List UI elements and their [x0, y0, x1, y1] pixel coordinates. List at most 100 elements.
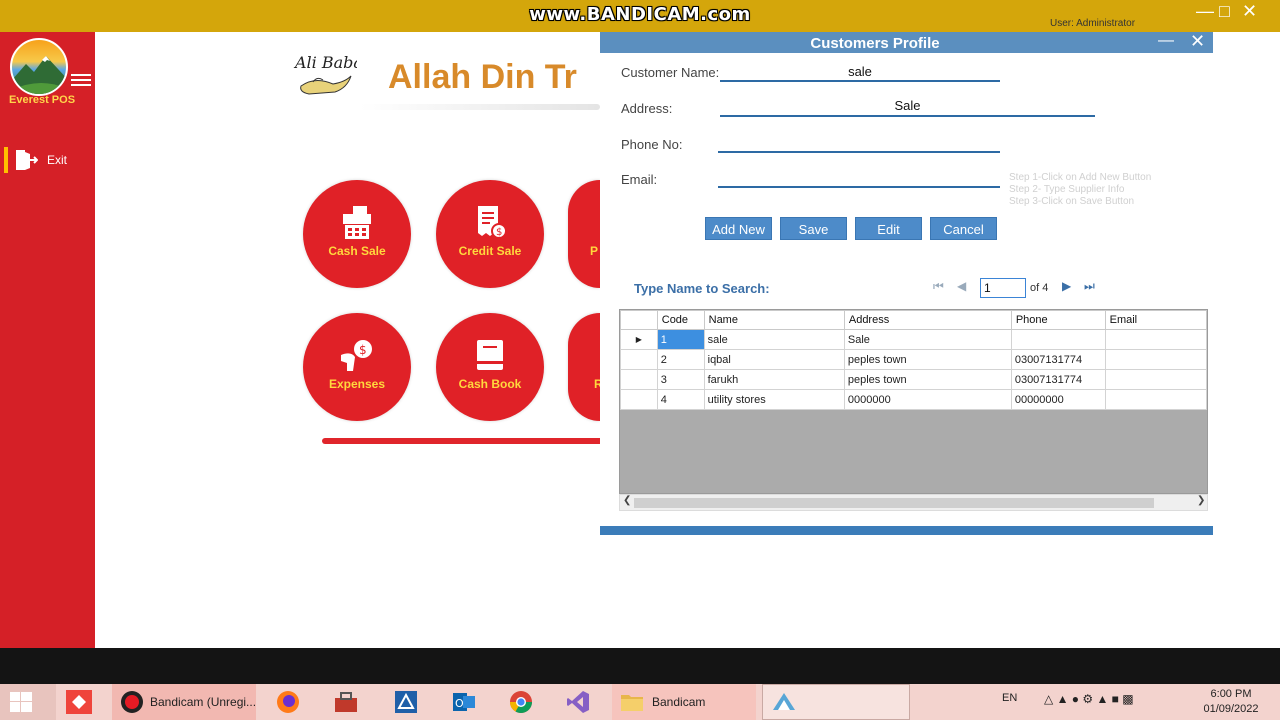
clock-time: 6:00 PM	[1210, 688, 1252, 700]
dialog-minimize-icon[interactable]: —	[1158, 32, 1174, 50]
ali-baba-logo-icon: Ali Baba	[293, 42, 363, 107]
cell-address[interactable]: peples town	[843, 369, 1012, 390]
prev-page-icon[interactable]: ◀	[957, 279, 966, 293]
clock-date: 01/09/2022	[1203, 703, 1259, 715]
table-row[interactable]: 2 iqbal peples town 03007131774	[620, 349, 1207, 370]
cell-address[interactable]: 0000000	[843, 389, 1012, 410]
cell-email[interactable]	[1104, 389, 1207, 410]
expenses-tile[interactable]: $ Expenses	[303, 313, 411, 421]
outlook-taskbar-button[interactable]: O	[448, 684, 480, 720]
edit-button[interactable]: Edit	[855, 217, 922, 240]
horizontal-scrollbar[interactable]: ❮ ❯	[619, 494, 1208, 511]
scroll-left-icon[interactable]: ❮	[623, 495, 631, 506]
row-selector[interactable]	[620, 369, 658, 390]
cell-name[interactable]: iqbal	[703, 349, 845, 370]
maximize-icon[interactable]: □	[1219, 2, 1230, 20]
toolbox-taskbar-button[interactable]	[330, 684, 362, 720]
visual-studio-taskbar-button[interactable]	[562, 684, 594, 720]
bandicam-taskbar-button[interactable]: Bandicam (Unregi...	[112, 684, 256, 720]
cell-name[interactable]: sale	[703, 329, 845, 350]
cell-code[interactable]: 3	[656, 369, 705, 390]
cell-phone[interactable]: 03007131774	[1010, 349, 1106, 370]
table-row[interactable]: 3 farukh peples town 03007131774	[620, 369, 1207, 390]
cell-phone[interactable]: 00000000	[1010, 389, 1106, 410]
cell-address[interactable]: Sale	[843, 329, 1012, 350]
cell-address[interactable]: peples town	[843, 349, 1012, 370]
table-row[interactable]: 4 utility stores 0000000 00000000	[620, 389, 1207, 410]
cell-code[interactable]: 1	[656, 329, 705, 350]
table-row[interactable]: ▶ 1 sale Sale	[620, 329, 1207, 350]
visual-studio-icon	[567, 691, 589, 713]
save-button[interactable]: Save	[780, 217, 847, 240]
cell-name[interactable]: farukh	[703, 369, 845, 390]
dialog-close-icon[interactable]: ✕	[1190, 31, 1205, 52]
start-button[interactable]	[0, 684, 56, 720]
customers-grid: Code Name Address Phone Email ▶ 1 sale S…	[619, 309, 1208, 494]
minimize-icon[interactable]: —	[1196, 2, 1214, 20]
tray-icons[interactable]: △ ▲ ● ⚙ ▲ ■ ▩	[1044, 692, 1134, 706]
customer-name-input[interactable]: sale	[720, 64, 1000, 79]
bandicam-folder-taskbar-button[interactable]: Bandicam	[612, 684, 756, 720]
svg-text:O: O	[455, 697, 464, 710]
firefox-taskbar-button[interactable]	[272, 684, 304, 720]
svg-text:$: $	[359, 343, 367, 357]
phone-label: Phone No:	[621, 137, 683, 152]
address-input[interactable]: Sale	[720, 98, 1095, 113]
sql-taskbar-button[interactable]	[390, 684, 422, 720]
dialog-title-bar: Customers Profile — ✕	[600, 31, 1213, 53]
toolbox-icon	[335, 692, 357, 712]
close-icon[interactable]: ✕	[1242, 2, 1257, 20]
cash-book-tile[interactable]: Cash Book	[436, 313, 544, 421]
svg-text:Ali Baba: Ali Baba	[293, 53, 357, 72]
sidebar: Everest POS Exit	[0, 32, 95, 648]
first-page-icon[interactable]: ⏮	[933, 279, 944, 294]
status-strip	[0, 648, 1280, 684]
exit-indicator	[4, 147, 8, 173]
dialog-footer-bar	[600, 526, 1213, 535]
partial-tile[interactable]: R	[568, 313, 600, 421]
credit-sale-tile[interactable]: $ Credit Sale	[436, 180, 544, 288]
row-selector[interactable]	[620, 349, 658, 370]
row-selector-icon[interactable]: ▶	[620, 329, 658, 350]
title-bar: www.BANDICAM.com User: Administrator — □…	[0, 0, 1280, 32]
cell-phone[interactable]	[1010, 329, 1106, 350]
cell-name[interactable]: utility stores	[703, 389, 845, 410]
exit-button[interactable]: Exit	[0, 147, 95, 173]
column-header-name[interactable]: Name	[703, 310, 845, 330]
cell-email[interactable]	[1104, 369, 1207, 390]
anydesk-taskbar-button[interactable]	[62, 684, 96, 720]
everest-pos-taskbar-button[interactable]	[762, 684, 910, 720]
cell-code[interactable]: 2	[656, 349, 705, 370]
scroll-right-icon[interactable]: ❯	[1197, 495, 1205, 506]
system-clock[interactable]: 6:00 PM 01/09/2022	[1196, 687, 1266, 717]
cell-phone[interactable]: 03007131774	[1010, 369, 1106, 390]
scrollbar-thumb[interactable]	[634, 498, 1154, 508]
column-header-code[interactable]: Code	[656, 310, 705, 330]
page-number-input[interactable]: 1	[980, 278, 1026, 298]
hint-step-2: Step 2- Type Supplier Info	[1009, 184, 1125, 195]
address-underline	[720, 115, 1095, 117]
cancel-button[interactable]: Cancel	[930, 217, 997, 240]
chrome-taskbar-button[interactable]	[505, 684, 537, 720]
column-header-address[interactable]: Address	[843, 310, 1012, 330]
hamburger-menu-icon[interactable]	[71, 74, 91, 89]
hint-step-1: Step 1-Click on Add New Button	[1009, 172, 1152, 183]
partial-tile[interactable]: P	[568, 180, 600, 288]
title-underline	[360, 104, 600, 110]
column-header-phone[interactable]: Phone	[1010, 310, 1106, 330]
tile-label: P	[590, 244, 599, 258]
cash-sale-tile[interactable]: Cash Sale	[303, 180, 411, 288]
cell-email[interactable]	[1104, 349, 1207, 370]
row-header-corner	[620, 310, 658, 330]
row-selector[interactable]	[620, 389, 658, 410]
cell-email[interactable]	[1104, 329, 1207, 350]
search-label: Type Name to Search:	[634, 281, 770, 296]
language-indicator[interactable]: EN	[1002, 692, 1017, 704]
column-header-email[interactable]: Email	[1104, 310, 1207, 330]
windows-icon	[10, 692, 32, 712]
next-page-icon[interactable]: ▶	[1062, 279, 1071, 293]
credit-receipt-icon: $	[472, 206, 508, 245]
last-page-icon[interactable]: ⏭	[1084, 279, 1095, 294]
add-new-button[interactable]: Add New	[705, 217, 772, 240]
cell-code[interactable]: 4	[656, 389, 705, 410]
